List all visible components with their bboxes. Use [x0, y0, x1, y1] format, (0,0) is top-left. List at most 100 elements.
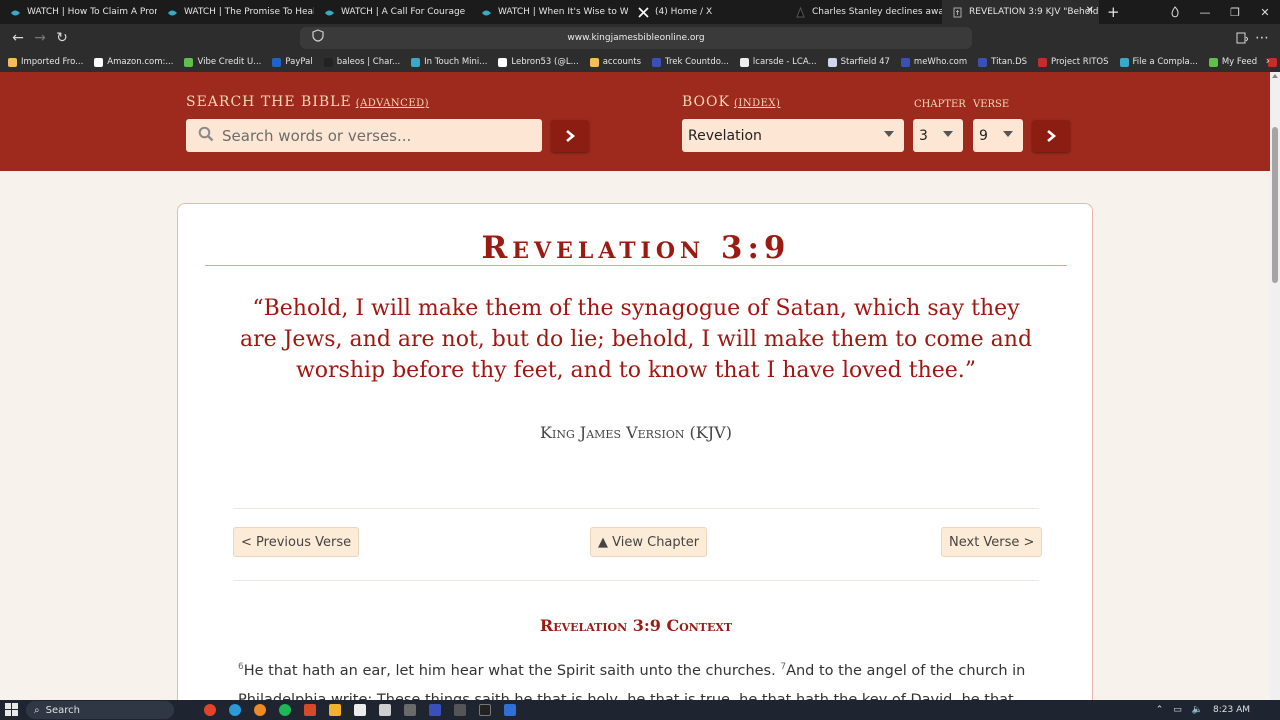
reload-icon[interactable]: ↻ — [52, 28, 72, 48]
bookmark-icon — [1208, 57, 1218, 67]
next-verse-button[interactable]: Next Verse > — [941, 527, 1043, 557]
bookmark-item[interactable]: accounts — [589, 57, 641, 67]
fish-icon — [10, 7, 21, 18]
search-submit-button[interactable] — [551, 120, 589, 152]
more-menu-icon[interactable]: ⋯ — [1252, 28, 1272, 48]
divider — [233, 580, 1039, 581]
view-chapter-button[interactable]: ▲ View Chapter — [590, 527, 708, 557]
bookmarks-bar: Imported Fro... Amazon.com:... Vibe Credit… — [0, 52, 1280, 72]
bookmark-item[interactable]: PayPal — [272, 57, 313, 67]
bookmark-label: Lebron53 (@L... — [511, 57, 579, 67]
divider — [233, 508, 1039, 509]
forward-arrow-icon[interactable]: → — [30, 28, 50, 48]
bookmark-label: Project RITOS — [1051, 57, 1109, 67]
bookmark-label: Trek Countdo... — [665, 57, 729, 67]
network-icon[interactable]: ▭ — [1173, 705, 1182, 715]
spotify-icon[interactable] — [279, 704, 291, 716]
bookmark-item[interactable]: Vibe Credit U... — [184, 57, 261, 67]
advanced-search-link[interactable]: (ADVANCED) — [356, 98, 429, 109]
document-icon[interactable] — [379, 704, 391, 716]
scroll-up-icon[interactable] — [1272, 74, 1278, 78]
volume-icon[interactable]: 🔈 — [1192, 705, 1203, 715]
window-controls: — ❐ ✕ — [1160, 0, 1280, 24]
bookmark-item[interactable]: Amazon.com:... — [94, 57, 173, 67]
book-select[interactable]: Revelation — [682, 119, 904, 152]
verse-select[interactable]: 9 — [973, 119, 1023, 152]
notes-icon[interactable] — [354, 704, 366, 716]
bookmark-item[interactable]: In Touch Mini... — [411, 57, 487, 67]
chevron-right-icon[interactable]: › — [1266, 54, 1270, 67]
bookmark-label: In Touch Mini... — [424, 57, 488, 67]
minimize-icon[interactable]: — — [1190, 0, 1220, 24]
bookmark-icon — [900, 57, 910, 67]
bookmark-icon — [411, 57, 421, 67]
app-icon[interactable] — [304, 704, 316, 716]
bookmark-item[interactable]: Imported Fro... — [8, 57, 83, 67]
browser-tab-active[interactable]: REVELATION 3:9 KJV "Behold ✕ — [942, 0, 1099, 24]
clock[interactable]: 8:23 AM — [1213, 705, 1250, 715]
chapter-select[interactable]: 3 — [913, 119, 963, 152]
firefox-icon[interactable] — [204, 704, 216, 716]
bookmark-item[interactable]: My Feed — [1208, 57, 1257, 67]
browser-tab-2[interactable]: WATCH | The Promise To Heal — [157, 0, 314, 24]
bookmark-icon — [978, 57, 988, 67]
fish-icon — [481, 7, 492, 18]
go-to-verse-button[interactable] — [1032, 120, 1070, 152]
browser-tab-5[interactable]: (4) Home / X — [628, 0, 785, 24]
bookmark-item[interactable]: Trek Countdo... — [652, 57, 729, 67]
book-index-link[interactable]: (INDEX) — [734, 98, 780, 109]
close-icon[interactable]: ✕ — [1086, 5, 1094, 16]
app-icon[interactable] — [429, 704, 441, 716]
book-label: BOOK — [682, 94, 730, 110]
bookmark-item[interactable]: meWho.com — [900, 57, 968, 67]
scroll-thumb[interactable] — [1272, 127, 1278, 283]
bookmark-icon — [323, 57, 333, 67]
chevron-right-icon — [1047, 130, 1057, 142]
reading-list-icon[interactable] — [1232, 28, 1252, 48]
flame-icon[interactable] — [1160, 0, 1190, 24]
search-box[interactable] — [186, 119, 542, 152]
bookmark-label: accounts — [602, 57, 641, 67]
browser-tab-4[interactable]: WATCH | When It's Wise to Wait — [471, 0, 628, 24]
brave-icon[interactable] — [254, 704, 266, 716]
bookmark-icon — [184, 57, 194, 67]
browser-tab-6[interactable]: Charles Stanley declines award a — [785, 0, 942, 24]
terminal-icon[interactable] — [479, 704, 491, 716]
new-tab-icon[interactable]: + — [1107, 3, 1120, 21]
bookmark-item[interactable]: Starfield 47 — [827, 57, 890, 67]
back-arrow-icon[interactable]: ← — [8, 28, 28, 48]
search-icon: ⌕ — [34, 704, 40, 716]
browser-tab-1[interactable]: WATCH | How To Claim A Promise — [0, 0, 157, 24]
bookmark-label: meWho.com — [913, 57, 968, 67]
shield-icon[interactable] — [312, 29, 326, 43]
app-icon[interactable] — [454, 704, 466, 716]
chevron-down-icon — [884, 131, 894, 137]
restore-icon[interactable]: ❐ — [1220, 0, 1250, 24]
ap-icon — [795, 6, 806, 18]
previous-verse-button[interactable]: < Previous Verse — [233, 527, 360, 557]
context-verse: He that hath an ear, let him hear what t… — [243, 663, 781, 679]
bookmark-label: PayPal — [285, 57, 313, 67]
bookmark-item[interactable]: lcarsde - LCA... — [739, 57, 817, 67]
bookmark-item[interactable]: Project RITOS — [1038, 57, 1109, 67]
verse-select-value: 9 — [979, 127, 988, 144]
edge-icon[interactable] — [229, 704, 241, 716]
bookmark-item[interactable]: Lebron53 (@L... — [498, 57, 579, 67]
search-input[interactable] — [222, 126, 522, 145]
x-icon — [638, 6, 649, 18]
app-icon[interactable] — [404, 704, 416, 716]
bookmark-item[interactable]: File a Compla... — [1119, 57, 1198, 67]
bookmark-icon — [652, 57, 661, 67]
app-icon[interactable] — [504, 704, 516, 716]
close-window-icon[interactable]: ✕ — [1250, 0, 1280, 24]
bookmark-item[interactable]: baleos | Char... — [323, 57, 400, 67]
bookmark-item[interactable]: Titan.DS — [978, 57, 1027, 67]
bookmark-label: Starfield 47 — [840, 57, 890, 67]
page-scrollbar[interactable] — [1270, 72, 1280, 700]
url-field[interactable]: www.kingjamesbibleonline.org — [300, 27, 972, 49]
taskbar-search[interactable]: ⌕ Search — [26, 701, 174, 719]
chevron-up-icon[interactable]: ⌃ — [1156, 705, 1164, 715]
browser-tab-3[interactable]: WATCH | A Call For Courage — [314, 0, 471, 24]
app-icon[interactable] — [329, 704, 341, 716]
windows-start-icon[interactable] — [5, 703, 18, 716]
